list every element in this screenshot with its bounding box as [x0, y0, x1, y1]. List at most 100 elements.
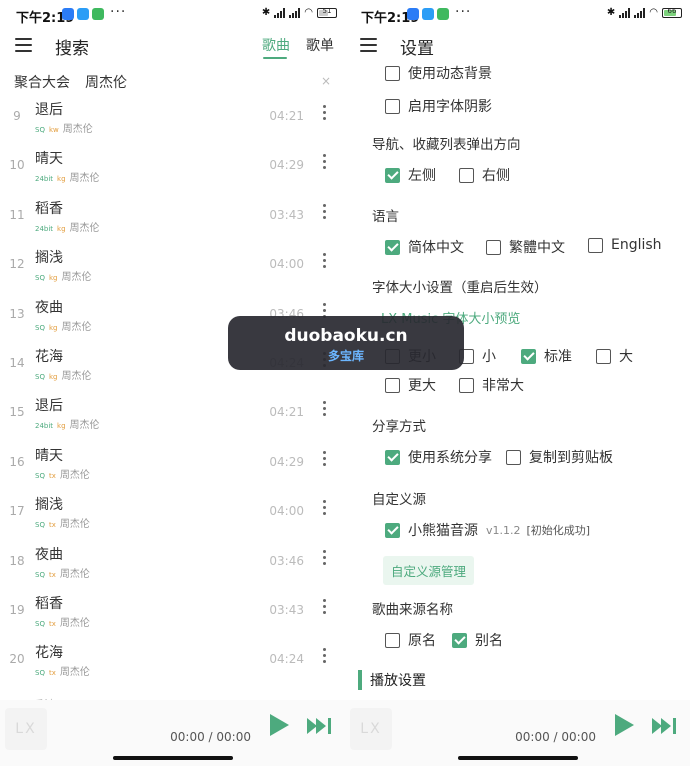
play-icon[interactable]	[270, 714, 289, 736]
system-status-icons: ✱ ◠ 51	[262, 7, 337, 18]
album-art[interactable]: LX	[350, 708, 392, 750]
checkbox-lang-en[interactable]: English	[588, 237, 662, 253]
checkbox-box[interactable]	[385, 632, 400, 648]
more-vert-icon[interactable]	[323, 105, 327, 120]
checkbox-name-alias[interactable]: 别名	[452, 630, 503, 650]
checkbox-box[interactable]	[596, 348, 611, 364]
source-badge: tx	[48, 471, 56, 480]
checkbox-box[interactable]	[385, 377, 400, 393]
checkbox-nav-left[interactable]: 左侧	[385, 165, 436, 185]
search-input[interactable]: 周杰伦	[85, 72, 127, 92]
app-notification-icon	[407, 8, 419, 20]
song-meta: SQ kw 周杰伦	[35, 120, 93, 135]
checkbox-nav-right[interactable]: 右侧	[459, 165, 510, 185]
list-item[interactable]: 10 晴天 24bit kg 周杰伦 04:29	[0, 141, 345, 190]
clear-icon[interactable]: ×	[321, 74, 331, 88]
checkbox-box[interactable]	[486, 239, 501, 255]
song-artist: 周杰伦	[59, 469, 90, 481]
search-screen: 下午2:19 ··· ✱ ◠ 51 搜索 歌曲 歌单 聚合大会 周杰伦 × 9退…	[0, 0, 345, 766]
source-selector[interactable]: 聚合大会	[14, 72, 70, 92]
list-item[interactable]: 17 搁浅 SQ tx 周杰伦 04:00	[0, 487, 345, 536]
song-meta: SQ tx 周杰伦	[35, 565, 90, 580]
list-item[interactable]: 12 搁浅 SQ kg 周杰伦 04:00	[0, 240, 345, 289]
quality-badge: SQ	[35, 521, 45, 530]
section-title-nav-direction: 导航、收藏列表弹出方向	[372, 137, 521, 153]
more-vert-icon[interactable]	[323, 500, 327, 516]
checkbox-name-original[interactable]: 原名	[385, 630, 436, 650]
song-title: 晴天	[35, 447, 63, 464]
more-vert-icon[interactable]	[323, 549, 327, 565]
checkbox-box[interactable]	[385, 449, 400, 465]
checkbox-size-standard[interactable]: 标准	[521, 346, 572, 366]
app-notification-icon	[422, 8, 434, 20]
song-title: 稻香	[35, 595, 63, 612]
menu-icon[interactable]	[15, 38, 32, 52]
more-vert-icon[interactable]	[323, 154, 327, 170]
song-meta: SQ tx 周杰伦	[35, 466, 90, 481]
checkbox-box[interactable]	[385, 239, 400, 255]
list-item[interactable]: 20 花海 SQ tx 周杰伦 04:24	[0, 635, 345, 684]
checkbox-lang-zh-tw[interactable]: 繁體中文	[486, 237, 565, 257]
checkbox-size-huge[interactable]: 非常大	[459, 375, 524, 395]
song-index: 19	[9, 602, 25, 617]
section-title-custom-source: 自定义源	[372, 492, 426, 508]
checkbox-box[interactable]	[452, 632, 467, 648]
checkbox-lang-zh-cn[interactable]: 简体中文	[385, 237, 464, 257]
quality-badge: SQ	[35, 471, 45, 480]
more-vert-icon[interactable]	[323, 450, 327, 466]
more-vert-icon[interactable]	[323, 598, 327, 614]
checkbox-size-large[interactable]: 大	[596, 346, 633, 366]
checkbox-box[interactable]	[385, 522, 400, 538]
status-more-icon: ···	[455, 4, 472, 20]
checkbox-label: 小	[482, 349, 496, 365]
album-art[interactable]: LX	[5, 708, 47, 750]
checkbox-dynamic-bg[interactable]: 使用动态背景	[385, 63, 492, 83]
song-index: 9	[13, 109, 21, 123]
song-list: 9 退后 SQ kw 周杰伦 04:21 10 晴天 24bit kg 周杰伦 04:29 11 稻香 24…	[0, 92, 345, 685]
home-indicator[interactable]	[112, 756, 233, 760]
menu-icon[interactable]	[360, 38, 377, 52]
checkbox-box[interactable]	[459, 377, 474, 393]
checkbox-box[interactable]	[506, 449, 521, 465]
more-vert-icon[interactable]	[323, 203, 327, 219]
tab-playlists[interactable]: 歌单	[306, 35, 334, 55]
checkbox-share-system[interactable]: 使用系统分享	[385, 447, 492, 467]
app-notification-icon	[437, 8, 449, 20]
checkbox-box[interactable]	[588, 237, 603, 253]
more-vert-icon[interactable]	[323, 401, 327, 417]
status-bar: 下午2:19 ··· ✱ ◠ 51	[0, 0, 345, 30]
checkbox-box[interactable]	[385, 98, 400, 114]
app-notification-icon	[62, 8, 74, 20]
more-vert-icon[interactable]	[323, 253, 327, 269]
checkbox-box[interactable]	[521, 348, 536, 364]
wifi-icon: ◠	[304, 7, 313, 18]
checkbox-box[interactable]	[459, 167, 474, 183]
checkbox-font-shadow[interactable]: 启用字体阴影	[385, 96, 492, 116]
section-title-language: 语言	[372, 209, 399, 225]
checkbox-box[interactable]	[385, 65, 400, 81]
list-item[interactable]: 18 夜曲 SQ tx 周杰伦 03:46	[0, 537, 345, 586]
list-item[interactable]: 9 退后 SQ kw 周杰伦 04:21	[0, 92, 345, 141]
list-item[interactable]: 16 晴天 SQ tx 周杰伦 04:29	[0, 438, 345, 487]
watermark-subtext: 多宝库	[327, 349, 364, 363]
home-indicator[interactable]	[457, 756, 578, 760]
list-item[interactable]: 19 稻香 SQ tx 周杰伦 03:43	[0, 586, 345, 635]
list-item[interactable]: 15 退后 24bit kg 周杰伦 04:21	[0, 388, 345, 437]
next-icon[interactable]	[652, 718, 676, 734]
custom-source-manage-button[interactable]: 自定义源管理	[383, 556, 475, 585]
checkbox-box[interactable]	[385, 167, 400, 183]
checkbox-custom-source[interactable]: 小熊猫音源 v1.1.2 [初始化成功]	[385, 520, 590, 540]
more-vert-icon[interactable]	[323, 648, 327, 664]
next-icon[interactable]	[307, 718, 331, 734]
song-index: 10	[9, 158, 25, 173]
play-icon[interactable]	[615, 714, 634, 736]
battery-level: 51	[322, 6, 332, 15]
list-item[interactable]: 11 稻香 24bit kg 周杰伦 03:43	[0, 191, 345, 240]
notification-icons	[62, 8, 104, 20]
checkbox-size-larger[interactable]: 更大	[385, 375, 436, 395]
checkbox-share-clipboard[interactable]: 复制到剪贴板	[506, 447, 613, 467]
source-badge: tx	[48, 570, 56, 579]
checkbox-size-small[interactable]: 小	[459, 346, 496, 366]
tab-songs[interactable]: 歌曲	[262, 35, 290, 55]
checkbox-label: 小熊猫音源	[408, 523, 478, 539]
